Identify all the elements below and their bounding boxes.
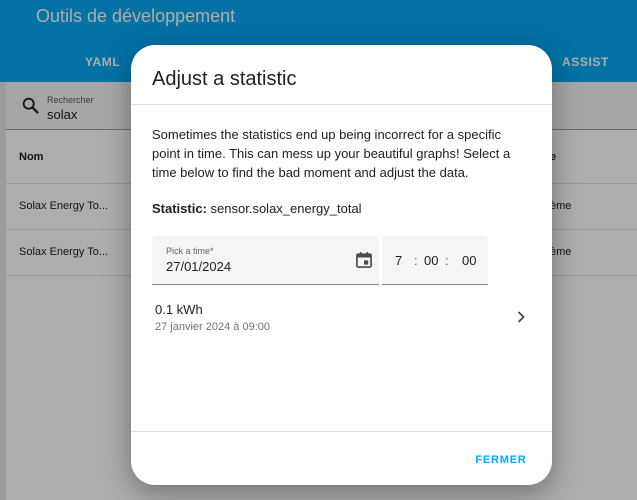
time-separator: : (414, 253, 418, 268)
date-picker-field[interactable]: Pick a time* 27/01/2024 (152, 236, 379, 285)
statistic-item-value: 0.1 kWh (155, 302, 203, 317)
dialog-description: Sometimes the statistics end up being in… (152, 127, 511, 180)
seconds-input[interactable]: 00 (462, 253, 476, 268)
statistic-value: sensor.solax_energy_total (210, 201, 362, 216)
statistic-list-item[interactable]: 0.1 kWh 27 janvier 2024 à 09:00 (131, 293, 552, 341)
statistic-item-date: 27 janvier 2024 à 09:00 (155, 321, 270, 333)
statistic-line: Statistic: sensor.solax_energy_total (152, 201, 362, 216)
adjust-statistic-dialog: Adjust a statistic Sometimes the statist… (131, 45, 552, 485)
divider (131, 104, 552, 105)
date-field-value[interactable]: 27/01/2024 (166, 259, 231, 274)
dialog-title: Adjust a statistic (152, 68, 297, 90)
time-picker-field[interactable]: 7 : 00 : 00 (382, 236, 488, 285)
statistic-label: Statistic: (152, 201, 207, 216)
time-separator: : (445, 253, 449, 268)
divider (131, 431, 552, 432)
chevron-right-icon (517, 311, 525, 323)
hours-input[interactable]: 7 (395, 253, 402, 268)
calendar-icon[interactable] (354, 250, 374, 270)
date-field-label: Pick a time* (166, 246, 214, 256)
close-button[interactable]: FERMER (464, 446, 538, 474)
minutes-input[interactable]: 00 (424, 253, 438, 268)
